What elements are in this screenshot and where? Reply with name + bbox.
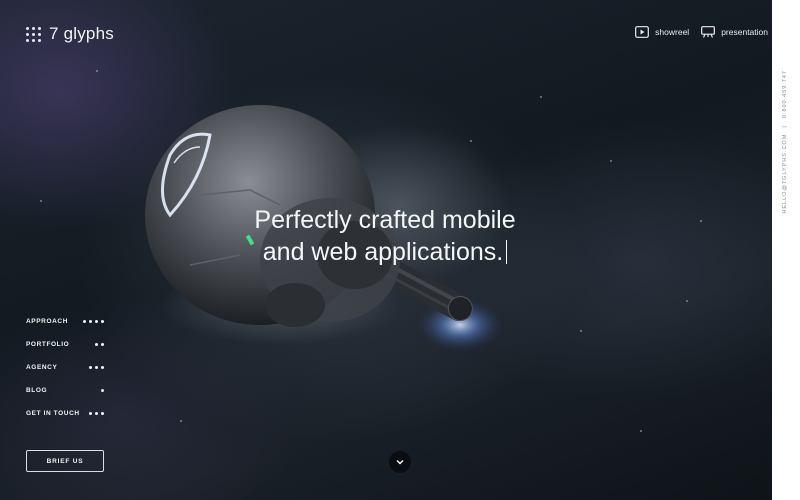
menu-dots-indicator [89, 412, 104, 415]
star [96, 70, 98, 72]
contact-separator: | [782, 124, 788, 128]
headline-line-2: and web applications. [262, 238, 504, 266]
logo-text: 7 glyphs [49, 24, 114, 43]
presentation-label: presentation [721, 27, 768, 37]
star [700, 220, 702, 222]
menu-item-label: PORTFOLIO [26, 341, 70, 348]
text-caret [506, 240, 508, 264]
menu-item-blog[interactable]: BLOG [26, 379, 104, 402]
star [40, 200, 42, 202]
menu-item-approach[interactable]: APPROACH [26, 310, 104, 333]
menu-dots-indicator [101, 389, 104, 392]
star [686, 300, 688, 302]
menu-dots-indicator [95, 343, 104, 346]
menu-item-portfolio[interactable]: PORTFOLIO [26, 333, 104, 356]
headline-line-1: Perfectly crafted mobile [254, 206, 516, 234]
play-icon [635, 26, 650, 38]
menu-item-label: APPROACH [26, 318, 68, 325]
contact-strip: HELLO@7GLYPHS.COM | 0 800 459 747 [772, 0, 800, 500]
menu-dots-indicator [83, 320, 104, 323]
star [580, 330, 582, 332]
star [640, 430, 642, 432]
contact-email[interactable]: HELLO@7GLYPHS.COM [782, 134, 788, 214]
star [610, 160, 612, 162]
menu-dots-indicator [89, 366, 104, 369]
star [540, 96, 542, 98]
scroll-down-button[interactable] [389, 451, 411, 473]
star [180, 420, 182, 422]
logo-mark-icon [26, 26, 41, 42]
contact-phone[interactable]: 0 800 459 747 [782, 70, 788, 118]
presentation-icon [701, 26, 716, 38]
showreel-link[interactable]: showreel [635, 26, 689, 38]
brand-logo[interactable]: 7 glyphs [26, 24, 114, 44]
presentation-link[interactable]: presentation [701, 26, 768, 38]
menu-item-label: AGENCY [26, 364, 58, 371]
showreel-label: showreel [655, 27, 690, 37]
top-navigation: showreel presentation [635, 26, 768, 38]
brief-us-button[interactable]: BRIEF US [26, 450, 104, 472]
menu-item-label: BLOG [26, 387, 48, 394]
contact-info: HELLO@7GLYPHS.COM | 0 800 459 747 [782, 70, 788, 214]
menu-item-label: GET IN TOUCH [26, 410, 80, 417]
chevron-down-icon [396, 460, 404, 465]
hero-headline: Perfectly crafted mobile and web applica… [200, 204, 570, 268]
menu-item-agency[interactable]: AGENCY [26, 356, 104, 379]
side-menu: APPROACH PORTFOLIO AGENCY BLOG GET IN TO… [26, 310, 104, 425]
menu-item-get-in-touch[interactable]: GET IN TOUCH [26, 402, 104, 425]
